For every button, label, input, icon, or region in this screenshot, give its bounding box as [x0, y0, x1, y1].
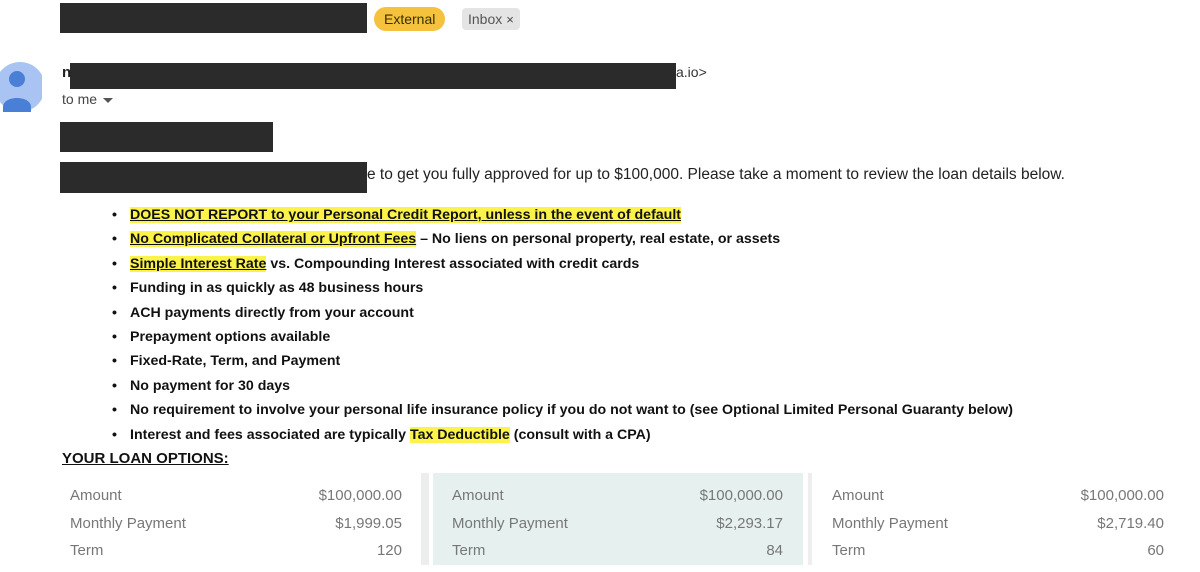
feature-item: • Fixed-Rate, Term, and Payment — [112, 351, 1013, 375]
feature-item: • ACH payments directly from your account — [112, 303, 1013, 327]
feature-highlight: DOES NOT REPORT to your Personal Credit … — [130, 207, 682, 223]
bullet-icon: • — [112, 255, 117, 272]
feature-text: (consult with a CPA) — [509, 426, 651, 443]
feature-text: vs. Compounding Interest associated with… — [266, 255, 640, 272]
payment-value: $1,999.05 — [335, 515, 402, 532]
redacted-intro — [60, 162, 367, 193]
payment-label: Monthly Payment — [452, 515, 568, 532]
feature-item: • No payment for 30 days — [112, 376, 1013, 400]
term-value: 84 — [766, 542, 783, 559]
amount-label: Amount — [452, 487, 504, 504]
bullet-icon: • — [112, 328, 117, 345]
amount-value: $100,000.00 — [318, 487, 402, 504]
caret-down-icon — [103, 97, 114, 103]
sender-name: n — [62, 64, 72, 81]
feature-text: ACH payments directly from your account — [130, 304, 414, 321]
term-label: Term — [832, 542, 866, 559]
payment-value: $2,719.40 — [1097, 515, 1164, 532]
feature-item: • Prepayment options available — [112, 327, 1013, 351]
amount-value: $100,000.00 — [699, 487, 783, 504]
recipient-toggle[interactable]: to me — [62, 91, 114, 107]
redacted-greeting — [60, 122, 273, 152]
feature-item: • Funding in as quickly as 48 business ho… — [112, 278, 1013, 302]
close-icon[interactable]: × — [506, 12, 514, 27]
redacted-subject — [60, 3, 367, 33]
bullet-icon: • — [112, 207, 117, 223]
feature-item: • DOES NOT REPORT to your Personal Credit… — [112, 205, 1013, 229]
feature-text: No requirement to involve your personal … — [130, 402, 1013, 419]
option-divider — [421, 473, 429, 565]
bullet-icon: • — [112, 426, 117, 443]
feature-highlight: No Complicated Collateral or Upfront Fee… — [130, 231, 417, 248]
redacted-sender — [70, 63, 676, 89]
feature-highlight: Simple Interest Rate — [130, 255, 267, 272]
term-value: 120 — [376, 542, 402, 559]
term-label: Term — [452, 542, 486, 559]
amount-label: Amount — [70, 487, 122, 504]
term-value: 60 — [1147, 542, 1164, 559]
payment-label: Monthly Payment — [832, 515, 948, 532]
feature-highlight: Tax Deductible — [409, 426, 510, 443]
feature-item: • No Complicated Collateral or Upfront Fe… — [112, 229, 1013, 253]
body-intro-text: e to get you fully approved for up to $1… — [367, 166, 1065, 183]
bullet-icon: • — [112, 402, 117, 419]
feature-item: • No requirement to involve your personal… — [112, 400, 1013, 424]
feature-text: Interest and fees associated are typical… — [130, 426, 410, 443]
amount-value: $100,000.00 — [1080, 487, 1164, 504]
bullet-icon: • — [112, 280, 117, 297]
bullet-icon: • — [112, 231, 117, 248]
option-divider — [808, 473, 812, 565]
inbox-label-text: Inbox — [468, 11, 503, 27]
feature-item: • Interest and fees associated are typica… — [112, 425, 1013, 449]
amount-label: Amount — [832, 487, 884, 504]
feature-text: Funding in as quickly as 48 business hou… — [130, 280, 424, 297]
bullet-icon: • — [112, 353, 117, 370]
feature-list: • DOES NOT REPORT to your Personal Credit… — [112, 205, 1013, 449]
bullet-icon: • — [112, 304, 117, 321]
term-label: Term — [70, 542, 104, 559]
feature-text: No payment for 30 days — [130, 377, 291, 394]
loan-option-2[interactable]: Amount $100,000.00 Monthly Payment $2,293.… — [433, 473, 803, 565]
inbox-label-chip[interactable]: Inbox × — [462, 8, 520, 30]
loan-options-title: YOUR LOAN OPTIONS: — [62, 450, 229, 467]
feature-text: – No liens on personal property, real es… — [416, 231, 781, 248]
payment-value: $2,293.17 — [716, 515, 783, 532]
feature-item: • Simple Interest Rate vs. Compounding In… — [112, 254, 1013, 278]
bullet-icon: • — [112, 377, 117, 394]
sender-email: a.io> — [676, 64, 707, 80]
loan-option-1[interactable]: Amount $100,000.00 Monthly Payment $1,999.… — [62, 473, 412, 565]
payment-label: Monthly Payment — [70, 515, 186, 532]
avatar-icon[interactable] — [0, 62, 42, 112]
loan-option-3[interactable]: Amount $100,000.00 Monthly Payment $2,719.… — [824, 473, 1174, 565]
feature-text: Prepayment options available — [130, 328, 331, 345]
feature-text: Fixed-Rate, Term, and Payment — [130, 353, 341, 370]
external-label-chip[interactable]: External — [374, 7, 446, 31]
recipient-label: to me — [62, 91, 98, 107]
